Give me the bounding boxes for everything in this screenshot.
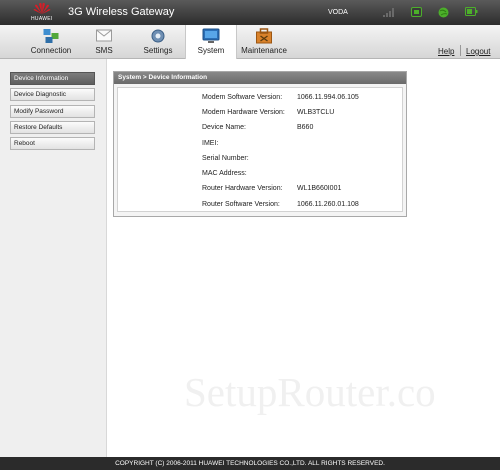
info-row: Serial Number:: [118, 155, 402, 167]
tab-system[interactable]: System: [185, 25, 237, 59]
info-label: Router Hardware Version:: [202, 185, 283, 192]
tab-maintenance[interactable]: Maintenance: [241, 25, 287, 58]
brand-label: HUAWEI: [31, 16, 53, 22]
tab-sms[interactable]: SMS: [88, 25, 120, 58]
info-label: Serial Number:: [202, 155, 249, 162]
top-bar: HUAWEI 3G Wireless Gateway VODA: [0, 0, 500, 25]
info-value: 1066.11.994.06.105: [297, 94, 359, 101]
internet-connected-icon: [438, 7, 449, 18]
connection-icon: [43, 29, 59, 43]
tab-sms-label: SMS: [95, 46, 113, 55]
sidebar: Device Information Device Diagnostic Mod…: [0, 59, 107, 457]
envelope-icon: [96, 29, 112, 42]
sms-indicator-icon[interactable]: [411, 7, 422, 17]
operator-name: VODA: [328, 9, 348, 16]
sidebar-item-restore-defaults[interactable]: Restore Defaults: [10, 121, 95, 134]
footer-copyright: COPYRIGHT (C) 2006-2011 HUAWEI TECHNOLOG…: [0, 457, 500, 470]
main-nav: Connection SMS Settings System Maintenan…: [0, 25, 500, 59]
info-label: IMEI:: [202, 140, 219, 147]
tab-connection-label: Connection: [30, 46, 72, 55]
app-title: 3G Wireless Gateway: [68, 6, 175, 18]
sidebar-item-device-diagnostic[interactable]: Device Diagnostic: [10, 88, 95, 101]
panel-title: System > Device Information: [114, 72, 406, 84]
toolbox-icon: [256, 28, 272, 44]
device-info-table: Modem Software Version: 1066.11.994.06.1…: [117, 87, 403, 212]
monitor-icon: [202, 28, 220, 43]
tab-settings[interactable]: Settings: [139, 25, 177, 58]
settings-icon: [151, 29, 165, 43]
info-value: 1066.11.260.01.108: [297, 201, 359, 208]
info-value: WL1B660I001: [297, 185, 342, 192]
device-information-panel: System > Device Information Modem Softwa…: [113, 71, 407, 217]
watermark: SetupRouter.co: [184, 369, 436, 415]
help-link[interactable]: Help: [438, 47, 454, 56]
tab-connection[interactable]: Connection: [28, 25, 74, 58]
signal-strength-icon: [383, 8, 394, 17]
info-label: Router Software Version:: [202, 201, 280, 208]
info-row: Device Name: B660: [118, 124, 402, 136]
huawei-logo-icon: [33, 2, 51, 15]
info-row: Router Hardware Version: WL1B660I001: [118, 185, 402, 197]
link-divider: [460, 45, 461, 56]
sidebar-item-reboot[interactable]: Reboot: [10, 137, 95, 150]
tab-maintenance-label: Maintenance: [241, 46, 287, 55]
info-row: MAC Address:: [118, 170, 402, 182]
sidebar-item-device-information[interactable]: Device Information: [10, 72, 95, 85]
info-row: Modem Hardware Version: WLB3TCLU: [118, 109, 402, 121]
info-row: Modem Software Version: 1066.11.994.06.1…: [118, 94, 402, 106]
tab-system-label: System: [197, 46, 225, 55]
info-value: WLB3TCLU: [297, 109, 335, 116]
info-label: Modem Hardware Version:: [202, 109, 285, 116]
tab-settings-label: Settings: [143, 46, 173, 55]
info-label: MAC Address:: [202, 170, 247, 177]
info-row: IMEI:: [118, 140, 402, 152]
info-label: Device Name:: [202, 124, 246, 131]
sidebar-item-modify-password[interactable]: Modify Password: [10, 105, 95, 118]
logout-link[interactable]: Logout: [466, 47, 490, 56]
battery-icon: [465, 7, 478, 16]
info-label: Modem Software Version:: [202, 94, 283, 101]
info-row: Router Software Version: 1066.11.260.01.…: [118, 201, 402, 213]
info-value: B660: [297, 124, 314, 131]
